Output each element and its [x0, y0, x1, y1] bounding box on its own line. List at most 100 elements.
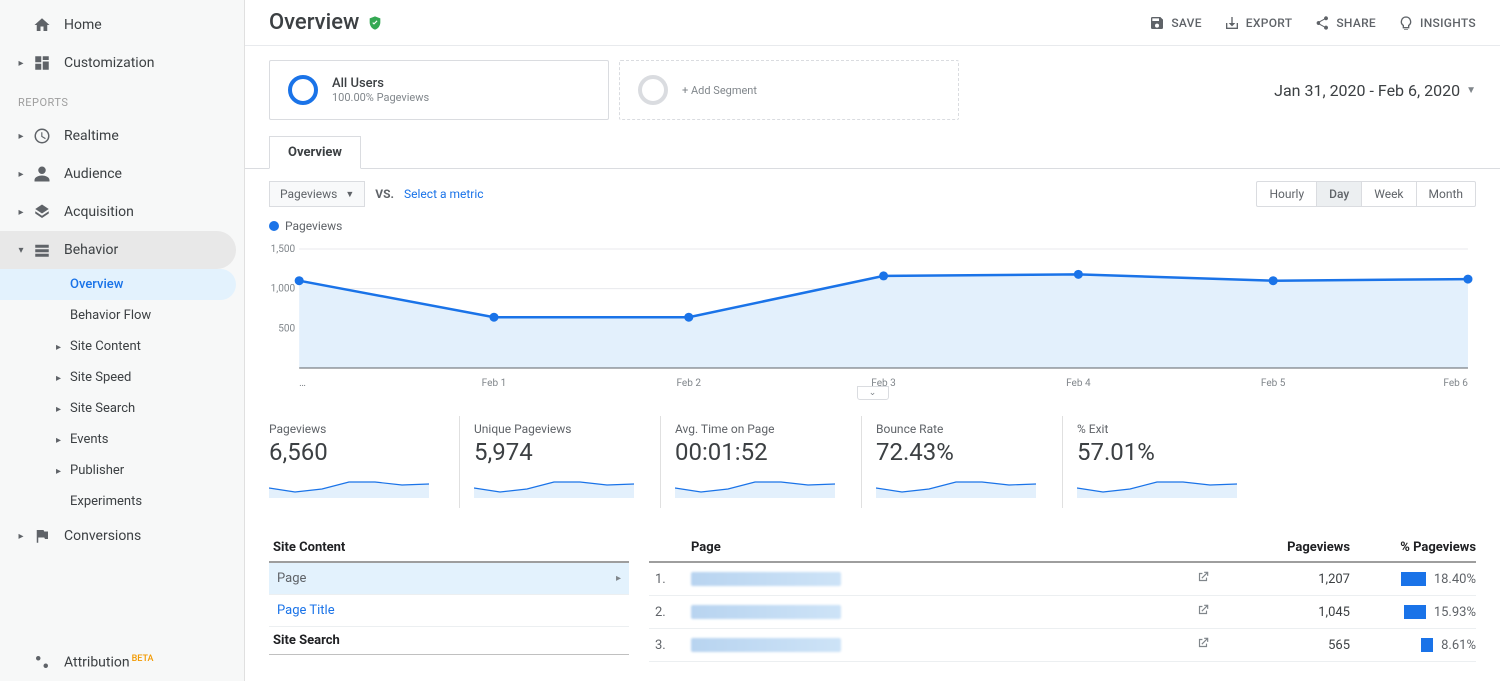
table-row[interactable]: 1. 1,207 18.40% — [649, 563, 1476, 596]
verified-shield-icon — [367, 14, 383, 32]
time-btn-week[interactable]: Week — [1361, 182, 1415, 206]
row-pct-pageviews: 15.93% — [1356, 605, 1476, 620]
row-index: 1. — [649, 572, 685, 587]
metric-card[interactable]: Unique Pageviews 5,974 — [459, 416, 660, 508]
sidebar-item-customization[interactable]: ▸ Customization — [0, 44, 244, 82]
dim-page-title[interactable]: Page Title — [269, 595, 629, 627]
popout-icon[interactable] — [1196, 570, 1234, 588]
tab-strip: Overview — [245, 136, 1500, 169]
date-range-picker[interactable]: Jan 31, 2020 - Feb 6, 2020 ▼ — [1274, 81, 1476, 100]
sparkline — [269, 470, 429, 498]
sidebar-item-audience[interactable]: ▸ Audience — [0, 155, 244, 193]
chevron-right-icon: ▸ — [56, 435, 66, 446]
sidebar-item-acquisition[interactable]: ▸ Acquisition — [0, 193, 244, 231]
sidebar-item-realtime[interactable]: ▸ Realtime — [0, 117, 244, 155]
metric-card[interactable]: Bounce Rate 72.43% — [861, 416, 1062, 508]
site-content-header: Site Content — [269, 534, 629, 563]
metric-label: Bounce Rate — [876, 422, 1036, 436]
sparkline — [876, 470, 1036, 498]
chevron-right-icon: ▸ — [16, 131, 26, 142]
save-button[interactable]: SAVE — [1149, 15, 1201, 31]
sidebar-item-attribution[interactable]: AttributionBETA — [0, 643, 244, 681]
time-granularity-toggle: Hourly Day Week Month — [1256, 181, 1476, 207]
sparkline — [1077, 470, 1237, 498]
sparkline — [474, 470, 634, 498]
page-title: Overview — [269, 10, 359, 35]
acquisition-icon — [32, 203, 52, 221]
sidebar-label-customization: Customization — [64, 55, 154, 71]
row-index: 2. — [649, 605, 685, 620]
chevron-right-icon: ▸ — [16, 207, 26, 218]
add-segment-button[interactable]: + Add Segment — [619, 60, 959, 120]
sidebar-sub-behavior-flow[interactable]: Behavior Flow — [0, 300, 244, 331]
metric-card[interactable]: Pageviews 6,560 — [269, 416, 459, 508]
row-page-redacted — [691, 572, 841, 586]
sidebar-label-audience: Audience — [64, 166, 122, 182]
chevron-right-icon: ▸ — [56, 373, 66, 384]
segment-circle-icon — [288, 75, 318, 105]
row-pageviews: 1,207 — [1240, 572, 1350, 587]
segment-subtitle: 100.00% Pageviews — [332, 91, 429, 104]
sidebar-label-acquisition: Acquisition — [64, 204, 134, 220]
svg-text:Feb 4: Feb 4 — [1066, 378, 1091, 389]
home-icon — [32, 16, 52, 34]
sidebar-sub-site-search[interactable]: ▸Site Search — [0, 393, 244, 424]
clock-icon — [32, 127, 52, 145]
row-index: 3. — [649, 638, 685, 653]
sidebar-label-home: Home — [64, 17, 102, 33]
chevron-down-icon: ▾ — [16, 245, 26, 256]
chevron-right-icon: ▸ — [56, 466, 66, 477]
metric-card[interactable]: % Exit 57.01% — [1062, 416, 1263, 508]
dim-page[interactable]: Page▸ — [269, 563, 629, 595]
select-metric-link[interactable]: Select a metric — [404, 187, 484, 201]
metric-value: 5,974 — [474, 438, 634, 466]
legend-dot-icon — [269, 221, 279, 231]
sidebar-item-behavior[interactable]: ▾ Behavior — [0, 231, 236, 269]
pageviews-chart: 5001,0001,500…Feb 1Feb 2Feb 3Feb 4Feb 5F… — [269, 237, 1476, 392]
table-row[interactable]: 3. 565 8.61% — [649, 629, 1476, 662]
sidebar-sub-publisher[interactable]: ▸Publisher — [0, 455, 244, 486]
metric-value: 6,560 — [269, 438, 433, 466]
chevron-right-icon: ▸ — [616, 573, 621, 584]
time-btn-hourly[interactable]: Hourly — [1257, 182, 1316, 206]
svg-text:1,500: 1,500 — [271, 244, 296, 255]
sidebar-section-reports: REPORTS — [0, 82, 244, 117]
attribution-icon — [32, 653, 52, 671]
chevron-right-icon: ▸ — [56, 404, 66, 415]
share-icon — [1314, 15, 1330, 31]
metric-value: 00:01:52 — [675, 438, 835, 466]
insights-icon — [1398, 15, 1414, 31]
tab-overview[interactable]: Overview — [269, 136, 361, 169]
sidebar-sub-experiments[interactable]: Experiments — [0, 486, 244, 517]
popout-icon[interactable] — [1196, 636, 1234, 654]
export-button[interactable]: EXPORT — [1224, 15, 1293, 31]
site-search-header: Site Search — [269, 627, 629, 655]
metric-card[interactable]: Avg. Time on Page 00:01:52 — [660, 416, 861, 508]
time-btn-month[interactable]: Month — [1416, 182, 1475, 206]
sidebar-sub-overview[interactable]: Overview — [0, 269, 236, 300]
table-row[interactable]: 2. 1,045 15.93% — [649, 596, 1476, 629]
chart-legend: Pageviews — [269, 219, 1476, 233]
row-pageviews: 565 — [1240, 638, 1350, 653]
row-pct-pageviews: 18.40% — [1356, 572, 1476, 587]
sidebar-sub-site-content[interactable]: ▸Site Content — [0, 331, 244, 362]
insights-button[interactable]: INSIGHTS — [1398, 15, 1476, 31]
segment-empty-circle-icon — [638, 75, 668, 105]
vs-label: VS. — [375, 187, 394, 201]
share-button[interactable]: SHARE — [1314, 15, 1376, 31]
sidebar-sub-events[interactable]: ▸Events — [0, 424, 244, 455]
chevron-down-icon: ▼ — [1466, 85, 1476, 96]
svg-text:…: … — [299, 378, 306, 389]
time-btn-day[interactable]: Day — [1316, 182, 1361, 206]
popout-icon[interactable] — [1196, 603, 1234, 621]
chevron-right-icon: ▸ — [56, 342, 66, 353]
svg-text:Feb 6: Feb 6 — [1443, 378, 1468, 389]
segment-all-users[interactable]: All Users 100.00% Pageviews — [269, 60, 609, 120]
svg-text:Feb 2: Feb 2 — [676, 378, 701, 389]
sidebar-sub-site-speed[interactable]: ▸Site Speed — [0, 362, 244, 393]
chevron-right-icon: ▸ — [16, 169, 26, 180]
date-range-label: Jan 31, 2020 - Feb 6, 2020 — [1274, 81, 1460, 100]
metric-dropdown[interactable]: Pageviews ▼ — [269, 181, 365, 207]
sidebar-item-home[interactable]: Home — [0, 6, 244, 44]
sidebar-item-conversions[interactable]: ▸ Conversions — [0, 517, 244, 555]
